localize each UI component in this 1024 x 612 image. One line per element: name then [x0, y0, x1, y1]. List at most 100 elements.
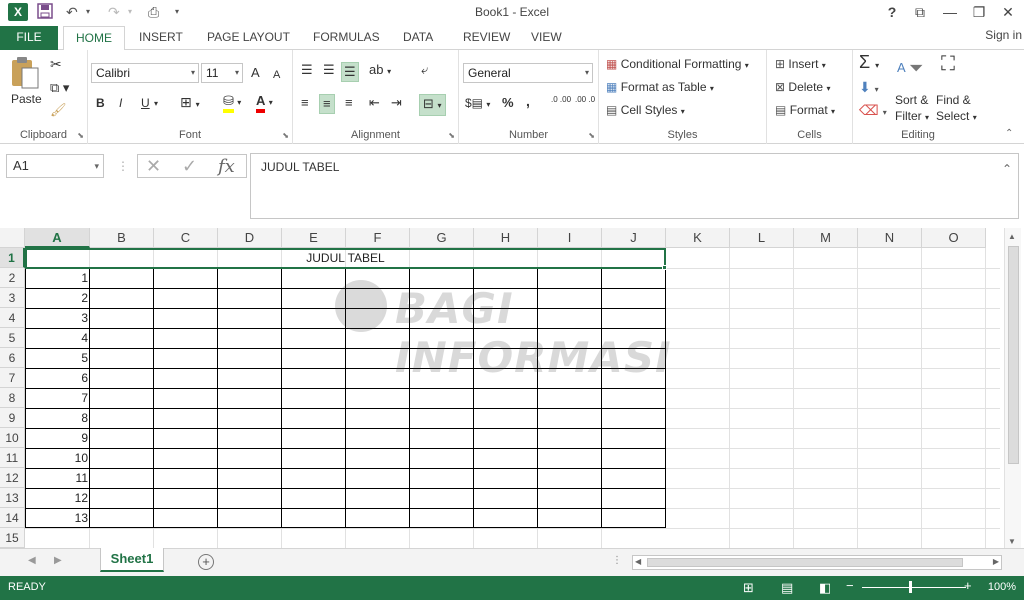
- row-header-7[interactable]: 7: [0, 368, 25, 388]
- row-header-12[interactable]: 12: [0, 468, 25, 488]
- italic-button[interactable]: I: [119, 95, 122, 111]
- help-icon[interactable]: ?: [880, 2, 904, 22]
- underline-button[interactable]: U: [141, 95, 150, 111]
- cell-a6[interactable]: 5: [25, 348, 88, 368]
- row-header-8[interactable]: 8: [0, 388, 25, 408]
- number-launcher-icon[interactable]: ⬊: [588, 131, 595, 140]
- cell-a3[interactable]: 2: [25, 288, 88, 308]
- copy-icon[interactable]: ⧉ ▾: [50, 80, 69, 96]
- tab-view[interactable]: VIEW: [521, 26, 572, 50]
- minimize-icon[interactable]: —: [938, 2, 962, 22]
- find-select-button[interactable]: Find &: [936, 92, 971, 108]
- column-header-m[interactable]: M: [794, 228, 858, 248]
- autosum-icon[interactable]: Σ ▾: [859, 53, 879, 74]
- row-header-11[interactable]: 11: [0, 448, 25, 468]
- collapse-formula-bar-icon[interactable]: ⌃: [1002, 162, 1012, 176]
- scroll-up-icon[interactable]: ▲: [1008, 232, 1016, 241]
- name-box[interactable]: A1 ▾: [6, 154, 104, 178]
- find-select-dropdown[interactable]: Select ▾: [936, 108, 977, 126]
- vertical-scrollbar[interactable]: ▲ ▼: [1004, 228, 1021, 548]
- cancel-icon[interactable]: ✕: [146, 156, 161, 177]
- zoom-in-icon[interactable]: +: [964, 578, 972, 593]
- previous-sheet-icon[interactable]: ◀: [28, 555, 36, 566]
- decrease-decimal-button[interactable]: .00 .0: [575, 96, 595, 104]
- scroll-right-icon[interactable]: ▶: [993, 557, 999, 566]
- sort-filter-button[interactable]: Sort &: [895, 92, 928, 108]
- row-header-1[interactable]: 1: [0, 248, 25, 268]
- column-header-g[interactable]: G: [410, 228, 474, 248]
- orientation-icon[interactable]: ab ▾: [369, 62, 391, 80]
- column-header-j[interactable]: J: [602, 228, 666, 248]
- underline-dropdown-icon[interactable]: ▾: [154, 96, 158, 112]
- vertical-scroll-thumb[interactable]: [1008, 246, 1019, 464]
- zoom-out-icon[interactable]: −: [846, 578, 854, 593]
- paste-icon[interactable]: [10, 56, 40, 94]
- font-size-combo[interactable]: 11 ▾: [201, 63, 243, 83]
- conditional-formatting-button[interactable]: ▦ Conditional Formatting ▾: [606, 56, 749, 74]
- sheet-tab-sheet1[interactable]: Sheet1: [100, 548, 164, 572]
- sort-filter-icon[interactable]: A: [897, 54, 906, 80]
- fill-color-icon[interactable]: ⛁ ▾: [223, 93, 241, 113]
- cell-a5[interactable]: 4: [25, 328, 88, 348]
- tab-formulas[interactable]: FORMULAS: [303, 26, 390, 50]
- column-header-i[interactable]: I: [538, 228, 602, 248]
- next-sheet-icon[interactable]: ▶: [54, 555, 62, 566]
- clipboard-launcher-icon[interactable]: ⬊: [77, 131, 84, 140]
- row-header-2[interactable]: 2: [0, 268, 25, 288]
- center-icon[interactable]: ≡: [319, 94, 335, 114]
- worksheet-grid[interactable]: A B C D E F G H I J K L M N O 1 2 3 4 5 …: [0, 228, 1024, 548]
- format-cells-button[interactable]: ▤ Format ▾: [775, 102, 835, 120]
- increase-decimal-button[interactable]: .0 .00: [551, 96, 571, 104]
- cell-a11[interactable]: 10: [25, 448, 88, 468]
- tab-home[interactable]: HOME: [63, 26, 125, 51]
- tab-review[interactable]: REVIEW: [453, 26, 520, 50]
- row-header-4[interactable]: 4: [0, 308, 25, 328]
- scroll-down-icon[interactable]: ▼: [1008, 537, 1016, 546]
- insert-function-icon[interactable]: fx: [218, 156, 235, 177]
- insert-cells-button[interactable]: ⊞ Insert ▾: [775, 56, 826, 74]
- format-as-table-button[interactable]: ▦ Format as Table ▾: [606, 79, 714, 97]
- column-header-a[interactable]: A: [25, 228, 90, 248]
- fill-icon[interactable]: ⬇ ▾: [859, 79, 879, 98]
- row-header-14[interactable]: 14: [0, 508, 25, 528]
- middle-align-icon[interactable]: ☰: [323, 62, 335, 78]
- format-painter-icon[interactable]: 🖌: [50, 102, 67, 118]
- fill-handle[interactable]: [662, 265, 667, 270]
- row-header-9[interactable]: 9: [0, 408, 25, 428]
- tab-page-layout[interactable]: PAGE LAYOUT: [197, 26, 300, 50]
- restore-icon[interactable]: ❐: [967, 2, 991, 22]
- cell-a4[interactable]: 3: [25, 308, 88, 328]
- column-header-c[interactable]: C: [154, 228, 218, 248]
- ribbon-display-options-icon[interactable]: ⧉: [908, 2, 932, 22]
- shrink-font-icon[interactable]: A: [273, 67, 280, 83]
- cut-icon[interactable]: ✂: [50, 56, 62, 72]
- decrease-indent-icon[interactable]: ⇤: [369, 95, 380, 111]
- zoom-slider[interactable]: [862, 587, 966, 588]
- cell-a13[interactable]: 12: [25, 488, 88, 508]
- row-header-13[interactable]: 13: [0, 488, 25, 508]
- column-header-k[interactable]: K: [666, 228, 730, 248]
- column-header-f[interactable]: F: [346, 228, 410, 248]
- bottom-align-icon[interactable]: ☰: [341, 62, 359, 82]
- bold-button[interactable]: B: [96, 95, 105, 111]
- page-layout-view-icon[interactable]: ▤: [781, 580, 793, 596]
- new-sheet-icon[interactable]: +: [198, 554, 214, 570]
- close-icon[interactable]: ✕: [996, 2, 1020, 22]
- alignment-launcher-icon[interactable]: ⬊: [448, 131, 455, 140]
- row-header-3[interactable]: 3: [0, 288, 25, 308]
- select-all-corner[interactable]: [0, 228, 25, 248]
- column-header-l[interactable]: L: [730, 228, 794, 248]
- number-format-combo[interactable]: General ▾: [463, 63, 593, 83]
- cell-styles-button[interactable]: ▤ Cell Styles ▾: [606, 102, 685, 120]
- column-header-h[interactable]: H: [474, 228, 538, 248]
- sort-filter-dropdown[interactable]: Filter ▾: [895, 108, 929, 126]
- row-header-5[interactable]: 5: [0, 328, 25, 348]
- merge-center-icon[interactable]: ⊟ ▾: [419, 94, 446, 116]
- delete-cells-button[interactable]: ⊠ Delete ▾: [775, 79, 830, 97]
- font-launcher-icon[interactable]: ⬊: [282, 131, 289, 140]
- binoculars-icon[interactable]: ⛶: [941, 54, 955, 74]
- column-header-o[interactable]: O: [922, 228, 986, 248]
- sign-in-link[interactable]: Sign in: [985, 28, 1022, 42]
- font-name-combo[interactable]: Calibri ▾: [91, 63, 199, 83]
- increase-indent-icon[interactable]: ⇥: [391, 95, 402, 111]
